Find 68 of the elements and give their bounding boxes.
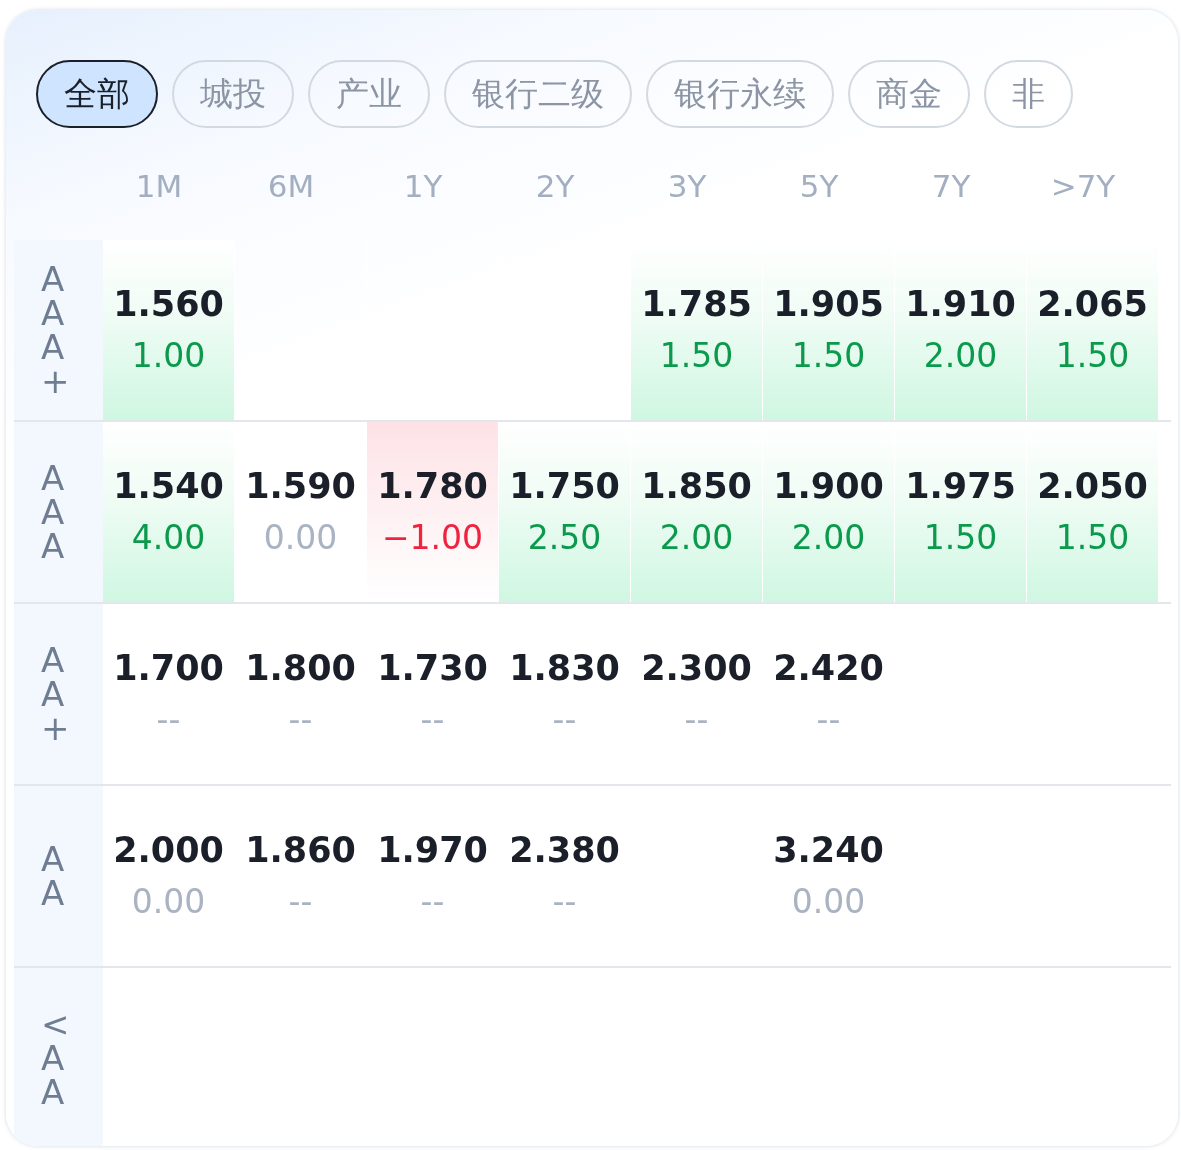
yield-value: 1.860 [245,829,356,871]
rating-label: AA+ [14,604,103,784]
yield-value: 1.540 [113,465,224,507]
yield-value: 1.850 [641,465,752,507]
yield-value: 1.700 [113,647,224,689]
yield-value: 1.750 [509,465,620,507]
change-value: -- [288,881,313,923]
change-value: 1.00 [131,335,206,377]
yield-value: 2.065 [1037,283,1148,325]
category-tab[interactable]: 银行永续 [646,60,834,128]
change-value: -- [288,699,313,741]
change-value: 0.00 [791,881,866,923]
column-header: 2Y [534,168,576,204]
change-value: -- [684,699,709,741]
column-header: 1M [134,168,184,204]
rating-label: AA [14,786,103,966]
yield-value: 2.420 [773,647,884,689]
change-value: 2.00 [923,335,998,377]
yield-value: 1.905 [773,283,884,325]
change-value: −1.00 [381,517,484,559]
yield-value: 1.970 [377,829,488,871]
yield-value: 1.590 [245,465,356,507]
category-tab[interactable]: 全部 [36,60,158,128]
change-value: -- [552,881,577,923]
change-value: 1.50 [659,335,734,377]
column-header: >7Y [1049,168,1117,204]
yield-value: 2.050 [1037,465,1148,507]
yield-value: 1.910 [905,283,1016,325]
yield-value: 1.730 [377,647,488,689]
change-value: 0.00 [263,517,338,559]
change-value: -- [420,881,445,923]
yield-value: 1.975 [905,465,1016,507]
change-value: 1.50 [923,517,998,559]
yield-value: 1.800 [245,647,356,689]
column-header: 1Y [402,168,444,204]
category-tab[interactable]: 产业 [308,60,430,128]
change-value: 2.00 [791,517,866,559]
yield-value: 1.560 [113,283,224,325]
change-value: -- [156,699,181,741]
category-tab[interactable]: 城投 [172,60,294,128]
rating-label: AAA [14,422,103,602]
yield-value: 1.830 [509,647,620,689]
yield-value: 2.300 [641,647,752,689]
yield-value: 1.785 [641,283,752,325]
change-value: 0.00 [131,881,206,923]
change-value: 4.00 [131,517,206,559]
column-header: 6M [266,168,316,204]
change-value: -- [816,699,841,741]
column-header: 7Y [930,168,972,204]
yield-value: 2.000 [113,829,224,871]
column-header: 5Y [798,168,840,204]
category-tab[interactable]: 非 [984,60,1073,128]
yield-value: 1.900 [773,465,884,507]
change-value: 2.50 [527,517,602,559]
rating-label: AAA+ [14,240,103,420]
change-value: 1.50 [791,335,866,377]
change-value: 2.00 [659,517,734,559]
category-tab[interactable]: 商金 [848,60,970,128]
change-value: 1.50 [1055,517,1130,559]
column-header: 3Y [666,168,708,204]
yield-value: 3.240 [773,829,884,871]
yield-value: 2.380 [509,829,620,871]
change-value: 1.50 [1055,335,1130,377]
category-tab[interactable]: 银行二级 [444,60,632,128]
change-value: -- [420,699,445,741]
rating-label: <AA [14,968,103,1146]
change-value: -- [552,699,577,741]
yield-value: 1.780 [377,465,488,507]
